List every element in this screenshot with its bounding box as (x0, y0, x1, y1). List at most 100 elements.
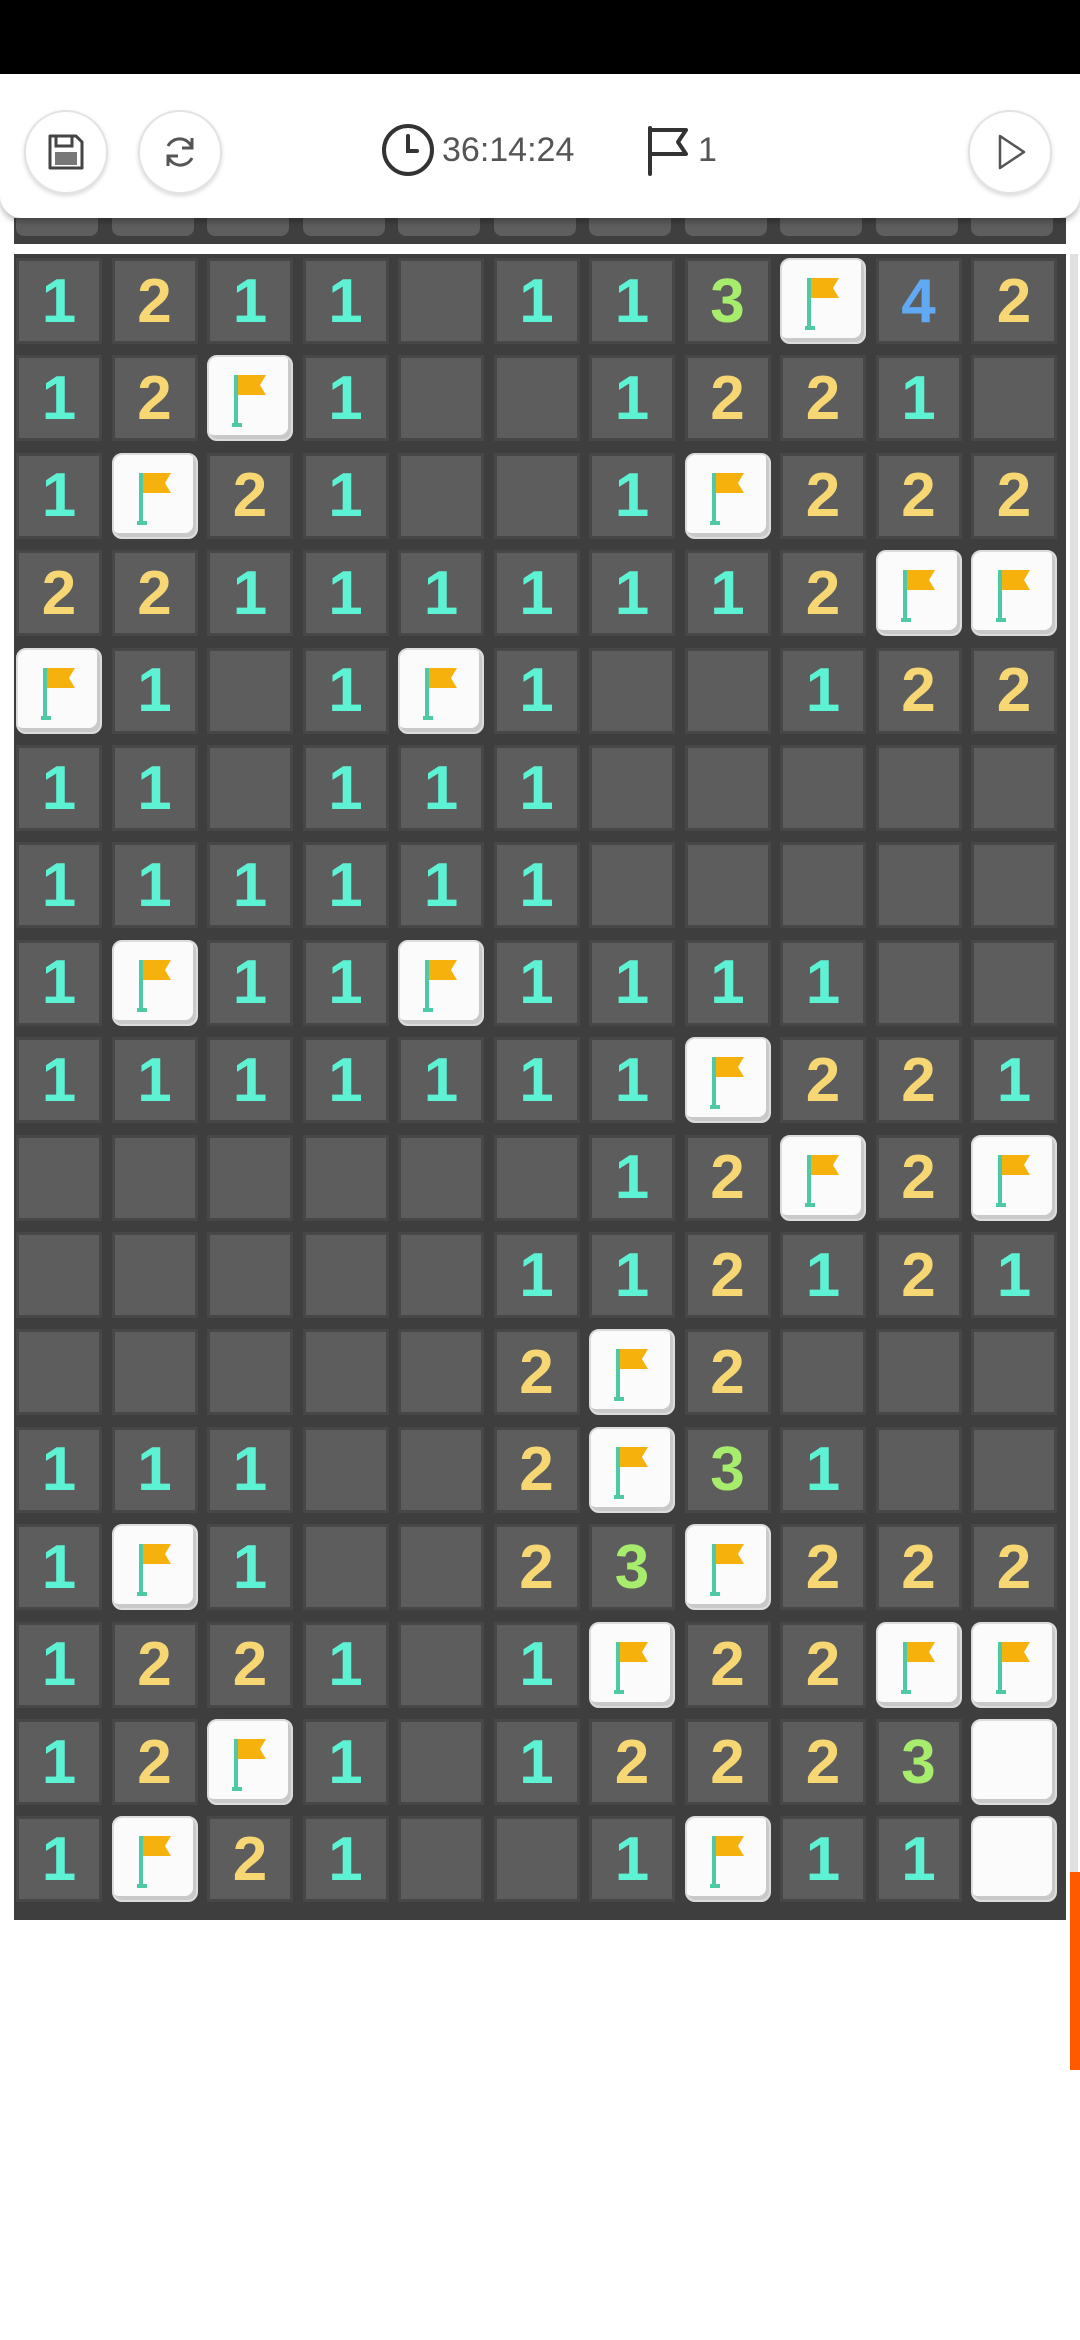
board-cell-number[interactable]: 1 (493, 842, 580, 929)
board-cell-empty[interactable] (589, 745, 675, 831)
board-cell-number[interactable]: 1 (207, 550, 293, 637)
board-cell-number[interactable]: 1 (589, 550, 675, 637)
board-cell-number[interactable]: 2 (493, 1329, 580, 1416)
board-cell-number[interactable]: 1 (207, 939, 293, 1026)
board-cell-number[interactable]: 1 (398, 842, 484, 929)
board-cell-number[interactable]: 2 (111, 258, 198, 344)
board-cell-number[interactable]: 1 (16, 1037, 102, 1124)
board-cell-empty[interactable] (111, 1232, 198, 1318)
board-cell-number[interactable]: 1 (684, 550, 771, 637)
board-cell-number[interactable]: 1 (16, 1524, 102, 1611)
board-cell-number[interactable]: 2 (780, 550, 866, 637)
board-cell-empty[interactable] (589, 842, 675, 929)
board-cell-number[interactable]: 2 (971, 452, 1057, 539)
board-cell-number[interactable]: 2 (684, 1719, 771, 1805)
board-cell-number[interactable]: 1 (493, 647, 580, 734)
board-cell-empty[interactable] (398, 1816, 484, 1903)
board-cell-number[interactable]: 1 (589, 939, 675, 1026)
board-cell-empty[interactable] (971, 842, 1057, 929)
board-cell-number[interactable]: 2 (493, 1524, 580, 1611)
board-cell-number[interactable]: 1 (111, 1037, 198, 1124)
board-cell-number[interactable]: 2 (684, 1329, 771, 1416)
board-cell-flagged[interactable] (16, 647, 102, 734)
board-cell-empty[interactable] (971, 355, 1057, 442)
board-cell-partial[interactable] (111, 218, 194, 236)
board-cell-number[interactable]: 1 (589, 258, 675, 344)
board-cell-empty[interactable] (302, 1329, 389, 1416)
board-cell-number[interactable]: 2 (684, 355, 771, 442)
board-cell-number[interactable]: 2 (780, 1719, 866, 1805)
board-cell-number[interactable]: 1 (111, 745, 198, 831)
board-cell-flagged[interactable] (780, 258, 866, 344)
board-cell-number[interactable]: 1 (971, 1037, 1057, 1124)
board-cell-flagged[interactable] (589, 1621, 675, 1708)
board-cell-number[interactable]: 2 (684, 1134, 771, 1221)
board-cell-number[interactable]: 3 (875, 1719, 962, 1805)
board-cell-number[interactable]: 2 (875, 1524, 962, 1611)
board-cell-number[interactable]: 1 (493, 1232, 580, 1318)
board-cell-empty[interactable] (780, 1329, 866, 1416)
board-cell-number[interactable]: 1 (302, 842, 389, 929)
board-cell-empty[interactable] (589, 647, 675, 734)
board-cell-number[interactable]: 2 (875, 1134, 962, 1221)
board-cell-number[interactable]: 1 (589, 452, 675, 539)
board-cell-flagged[interactable] (589, 1426, 675, 1513)
board-cell-flagged[interactable] (684, 1524, 771, 1611)
board-cell-partial[interactable] (589, 218, 671, 236)
board-cell-number[interactable]: 1 (493, 1621, 580, 1708)
board-cell-flagged[interactable] (398, 647, 484, 734)
board-cell-empty[interactable] (16, 1134, 102, 1221)
board-cell-partial[interactable] (971, 218, 1053, 236)
board-cell-number[interactable]: 1 (493, 258, 580, 344)
board-cell-flagged[interactable] (398, 939, 484, 1026)
board-cell-empty[interactable] (493, 355, 580, 442)
board-cell-number[interactable]: 1 (16, 1426, 102, 1513)
board-cell-number[interactable]: 1 (684, 939, 771, 1026)
scrollbar-thumb[interactable] (1070, 1872, 1080, 2070)
board-cell-empty[interactable] (16, 1232, 102, 1318)
board-cell-number[interactable]: 1 (302, 258, 389, 344)
board-cell-flagged[interactable] (971, 1621, 1057, 1708)
board-cell-partial[interactable] (493, 218, 576, 236)
board-cell-flagged[interactable] (111, 939, 198, 1026)
board-cell-empty[interactable] (684, 842, 771, 929)
board-cell-number[interactable]: 1 (111, 842, 198, 929)
board-cell-number[interactable]: 1 (398, 550, 484, 637)
board-cell-empty[interactable] (398, 355, 484, 442)
board-cell-number[interactable]: 1 (589, 1816, 675, 1903)
board-cell-empty[interactable] (398, 1329, 484, 1416)
board-cell-partial[interactable] (16, 218, 98, 236)
board-cell-number[interactable]: 4 (875, 258, 962, 344)
board-cell-number[interactable]: 1 (16, 1816, 102, 1903)
board-cell-number[interactable]: 1 (589, 355, 675, 442)
restart-button[interactable] (138, 110, 222, 194)
board-cell-number[interactable]: 1 (16, 842, 102, 929)
board-cell-number[interactable]: 3 (684, 1426, 771, 1513)
board-cell-empty[interactable] (684, 745, 771, 831)
board-cell-empty[interactable] (398, 258, 484, 344)
board-cell-empty[interactable] (398, 1621, 484, 1708)
board-cell-number[interactable]: 1 (302, 939, 389, 1026)
board-cell-empty[interactable] (875, 939, 962, 1026)
board-cell-number[interactable]: 2 (111, 1621, 198, 1708)
board-cell-empty[interactable] (302, 1426, 389, 1513)
board-cell-empty[interactable] (875, 1329, 962, 1416)
board-cell-flagged[interactable] (207, 355, 293, 442)
board-cell-number[interactable]: 1 (589, 1037, 675, 1124)
board-cell-empty[interactable] (398, 1426, 484, 1513)
board-cell-flagged[interactable] (684, 452, 771, 539)
board-cell-empty[interactable] (302, 1524, 389, 1611)
board-cell-number[interactable]: 1 (780, 1816, 866, 1903)
board-cell-flagged[interactable] (111, 452, 198, 539)
board-cell-empty[interactable] (398, 1719, 484, 1805)
board-cell-flagged[interactable] (207, 1719, 293, 1805)
board-cell-partial[interactable] (207, 218, 289, 236)
board-cell-unrevealed[interactable] (971, 1719, 1057, 1805)
board-cell-number[interactable]: 1 (302, 1037, 389, 1124)
board-cell-number[interactable]: 2 (111, 550, 198, 637)
board-cell-flagged[interactable] (684, 1816, 771, 1903)
board-cell-empty[interactable] (302, 1134, 389, 1221)
board-cell-partial[interactable] (302, 218, 385, 236)
board-cell-empty[interactable] (111, 1134, 198, 1221)
board-cell-flagged[interactable] (971, 550, 1057, 637)
